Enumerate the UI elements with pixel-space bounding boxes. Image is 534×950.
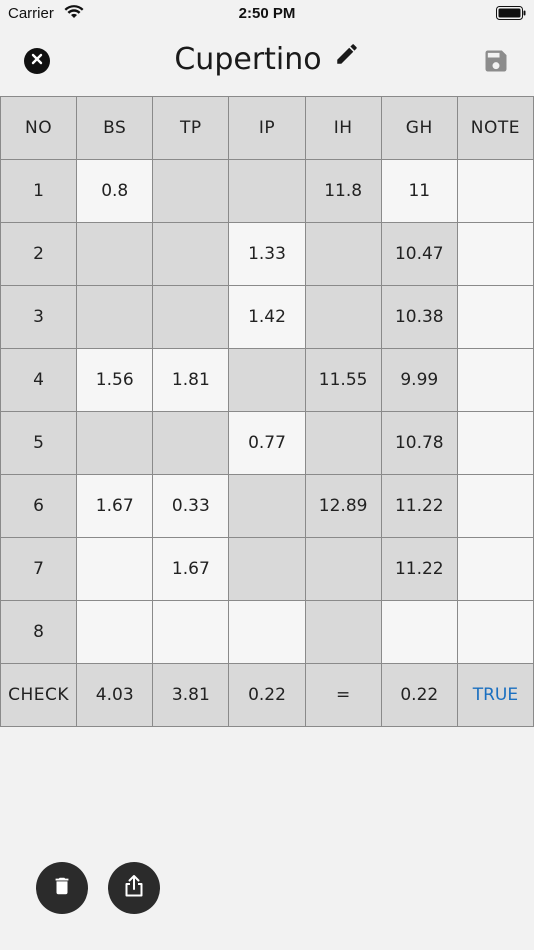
header-bs: BS: [76, 96, 154, 160]
header-gh: GH: [380, 96, 458, 160]
row-number: 4: [0, 348, 78, 412]
tp-cell[interactable]: [152, 285, 230, 349]
ih-cell: 12.89: [304, 474, 382, 538]
table-row: 1 0.8 11.8 11: [0, 159, 534, 223]
check-label: CHECK: [0, 663, 78, 727]
table-row: 8: [0, 600, 534, 664]
ip-cell[interactable]: [228, 537, 306, 601]
table-row: 3 1.42 10.38: [0, 285, 534, 349]
gh-cell: 10.78: [380, 411, 458, 475]
gh-cell: 11: [380, 159, 458, 223]
delete-button[interactable]: [36, 862, 88, 914]
table-row: 2 1.33 10.47: [0, 222, 534, 286]
check-equals: =: [304, 663, 382, 727]
bs-cell[interactable]: [76, 600, 154, 664]
check-gh-diff: 0.22: [380, 663, 458, 727]
pencil-icon[interactable]: [334, 40, 360, 75]
gh-cell: [380, 600, 458, 664]
tp-cell[interactable]: [152, 222, 230, 286]
header-no: NO: [0, 96, 78, 160]
gh-cell: 10.38: [380, 285, 458, 349]
status-bar: Carrier 2:50 PM: [0, 0, 534, 28]
note-cell[interactable]: [456, 285, 534, 349]
note-cell[interactable]: [456, 537, 534, 601]
row-number: 6: [0, 474, 78, 538]
note-cell[interactable]: [456, 411, 534, 475]
ip-cell[interactable]: [228, 159, 306, 223]
header-ip: IP: [228, 96, 306, 160]
check-result: TRUE: [456, 663, 534, 727]
bs-cell[interactable]: 0.8: [76, 159, 154, 223]
row-number: 8: [0, 600, 78, 664]
bs-cell[interactable]: [76, 537, 154, 601]
tp-cell[interactable]: 1.67: [152, 537, 230, 601]
note-cell[interactable]: [456, 222, 534, 286]
tp-cell[interactable]: 1.81: [152, 348, 230, 412]
ih-cell: [304, 411, 382, 475]
table-row: 7 1.67 11.22: [0, 537, 534, 601]
ih-cell: 11.55: [304, 348, 382, 412]
ih-cell: [304, 222, 382, 286]
note-cell[interactable]: [456, 474, 534, 538]
ih-cell: [304, 600, 382, 664]
row-number: 1: [0, 159, 78, 223]
header-tp: TP: [152, 96, 230, 160]
gh-cell: 11.22: [380, 537, 458, 601]
table-row: 6 1.67 0.33 12.89 11.22: [0, 474, 534, 538]
note-cell[interactable]: [456, 159, 534, 223]
note-cell[interactable]: [456, 600, 534, 664]
check-row: CHECK 4.03 3.81 0.22 = 0.22 TRUE: [0, 663, 534, 727]
row-number: 5: [0, 411, 78, 475]
ih-cell: [304, 537, 382, 601]
bs-cell[interactable]: 1.67: [76, 474, 154, 538]
page-title: Cupertino: [174, 42, 322, 77]
tp-cell[interactable]: [152, 600, 230, 664]
ip-cell[interactable]: [228, 474, 306, 538]
save-button[interactable]: [482, 47, 510, 80]
row-number: 7: [0, 537, 78, 601]
header-ih: IH: [304, 96, 382, 160]
bs-cell[interactable]: 1.56: [76, 348, 154, 412]
gh-cell: 10.47: [380, 222, 458, 286]
row-number: 2: [0, 222, 78, 286]
table-row: 5 0.77 10.78: [0, 411, 534, 475]
tp-cell[interactable]: [152, 411, 230, 475]
check-ip-diff: 0.22: [228, 663, 306, 727]
nav-bar: Cupertino: [0, 36, 534, 86]
ip-cell[interactable]: [228, 600, 306, 664]
ih-cell: [304, 285, 382, 349]
bs-cell[interactable]: [76, 222, 154, 286]
header-note: NOTE: [456, 96, 534, 160]
gh-cell: 9.99: [380, 348, 458, 412]
ip-cell[interactable]: 1.42: [228, 285, 306, 349]
check-bs-sum: 4.03: [76, 663, 154, 727]
ip-cell[interactable]: 0.77: [228, 411, 306, 475]
row-number: 3: [0, 285, 78, 349]
battery-icon: [496, 6, 526, 24]
status-time: 2:50 PM: [238, 5, 296, 22]
ih-cell: 11.8: [304, 159, 382, 223]
bs-cell[interactable]: [76, 285, 154, 349]
title-container: Cupertino: [0, 42, 534, 77]
note-cell[interactable]: [456, 348, 534, 412]
header-row: NO BS TP IP IH GH NOTE: [0, 96, 534, 160]
ip-cell[interactable]: [228, 348, 306, 412]
tp-cell[interactable]: 0.33: [152, 474, 230, 538]
gh-cell: 11.22: [380, 474, 458, 538]
level-table: NO BS TP IP IH GH NOTE 1 0.8 11.8 11 2 1…: [0, 96, 534, 727]
tp-cell[interactable]: [152, 159, 230, 223]
share-button[interactable]: [108, 862, 160, 914]
trash-icon: [51, 874, 73, 903]
ip-cell[interactable]: 1.33: [228, 222, 306, 286]
bs-cell[interactable]: [76, 411, 154, 475]
share-icon: [121, 873, 147, 904]
check-tp-sum: 3.81: [152, 663, 230, 727]
table-row: 4 1.56 1.81 11.55 9.99: [0, 348, 534, 412]
floppy-disk-icon: [482, 50, 510, 79]
